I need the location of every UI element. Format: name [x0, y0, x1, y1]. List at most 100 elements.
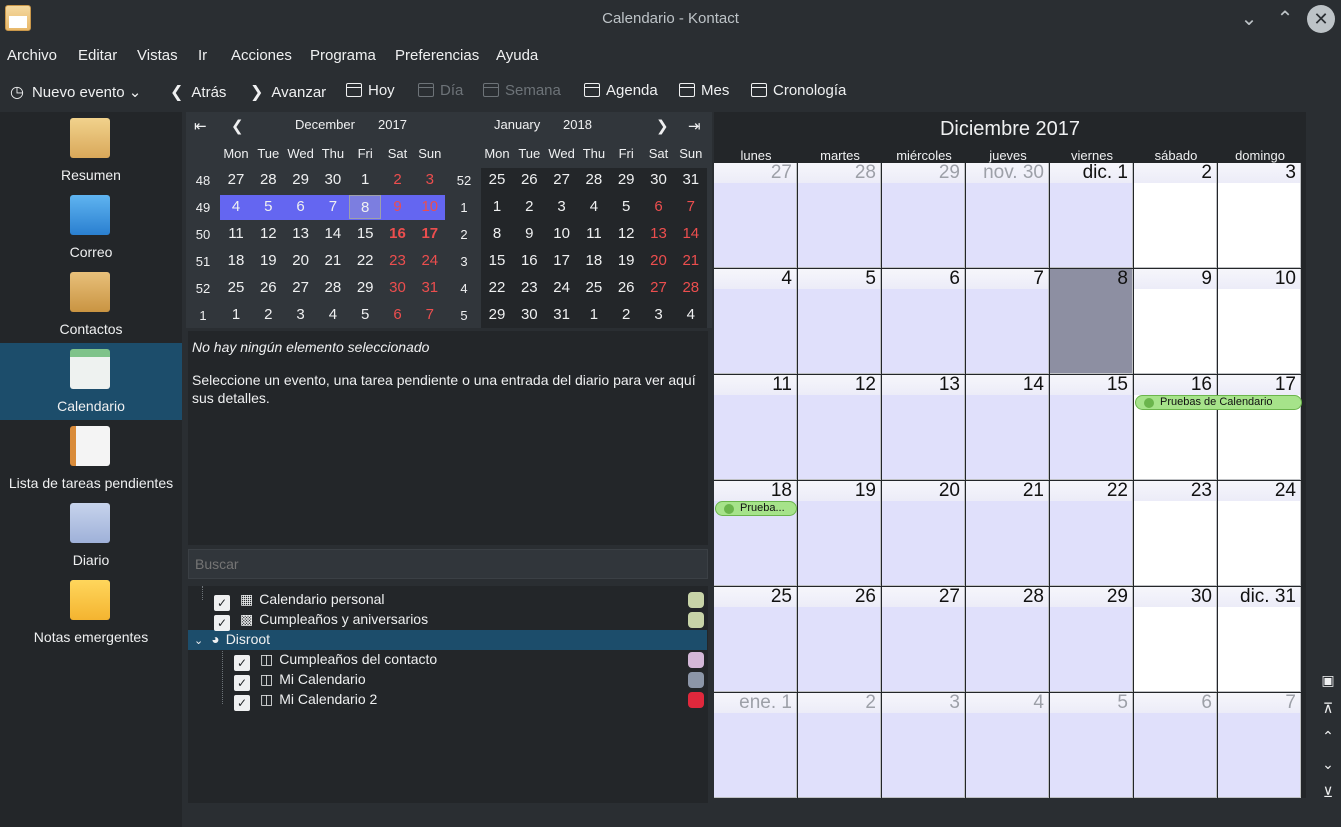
mini-day[interactable]: 23	[382, 249, 414, 273]
month-day-cell[interactable]: 30	[1134, 587, 1217, 692]
checkbox[interactable]: ✓	[234, 675, 250, 691]
prev-month-icon[interactable]: ❮	[231, 117, 244, 135]
month-day-cell[interactable]: 17	[1218, 375, 1301, 480]
month-day-cell[interactable]: 29	[882, 163, 965, 268]
mini-day[interactable]: 7	[317, 195, 349, 219]
month-day-cell[interactable]: 3	[882, 693, 965, 798]
mini-day[interactable]: 23	[513, 276, 545, 300]
sidebar-item-contactos[interactable]: Contactos	[0, 266, 182, 343]
mini-day[interactable]: 27	[643, 276, 675, 300]
mini-day[interactable]: 5	[252, 195, 284, 219]
month-day-cell[interactable]: 12	[798, 375, 881, 480]
month-day-cell[interactable]: 10	[1218, 269, 1301, 374]
month-day-cell[interactable]: dic. 31	[1218, 587, 1301, 692]
month-day-cell[interactable]: 13	[882, 375, 965, 480]
prev-year-icon[interactable]: ⇤	[194, 117, 207, 135]
sidebar-item-resumen[interactable]: Resumen	[0, 112, 182, 189]
mini-day[interactable]: 27	[546, 168, 578, 192]
mini-day[interactable]: 11	[220, 222, 252, 246]
month-day-cell[interactable]: 15	[1050, 375, 1133, 480]
calendar-color-swatch[interactable]	[688, 652, 704, 668]
mini-day[interactable]: 30	[513, 303, 545, 327]
month-day-cell[interactable]: 26	[798, 587, 881, 692]
menu-ayuda[interactable]: Ayuda	[496, 47, 538, 64]
mini-day[interactable]: 18	[220, 249, 252, 273]
mini-day[interactable]: 28	[578, 168, 610, 192]
calendar-item-contact-birthdays[interactable]: ✓ ◫ Cumpleaños del contacto	[234, 651, 437, 671]
mini-day[interactable]: 27	[285, 276, 317, 300]
mini-day[interactable]: 1	[481, 195, 513, 219]
week-view-button[interactable]: Semana	[483, 82, 561, 99]
mini-day[interactable]: 19	[610, 249, 642, 273]
calendar-color-swatch[interactable]	[688, 592, 704, 608]
mini-day[interactable]: 2	[610, 303, 642, 327]
month-day-cell[interactable]: ene. 1	[714, 693, 797, 798]
mini-day[interactable]: 17	[414, 222, 446, 246]
month-day-cell[interactable]: 2	[798, 693, 881, 798]
mini-day[interactable]: 4	[220, 195, 252, 219]
mini-day[interactable]: 5	[349, 303, 381, 327]
mini-day[interactable]: 16	[382, 222, 414, 246]
calendar-item-mi-calendario-2[interactable]: ✓ ◫ Mi Calendario 2	[234, 691, 377, 711]
next-year-icon[interactable]: ⇥	[688, 117, 701, 135]
calendar-item-mi-calendario[interactable]: ✓ ◫ Mi Calendario	[234, 671, 366, 691]
mini-day[interactable]: 28	[252, 168, 284, 192]
day-view-button[interactable]: Día	[418, 82, 463, 99]
mini-day[interactable]: 29	[481, 303, 513, 327]
mini-day[interactable]: 14	[317, 222, 349, 246]
close-icon[interactable]: ✕	[1307, 5, 1335, 33]
timeline-view-button[interactable]: Cronología	[751, 82, 846, 99]
new-event-button[interactable]: ◷ Nuevo evento ⌄	[10, 82, 141, 102]
mini-day[interactable]: 26	[610, 276, 642, 300]
mini-day[interactable]: 10	[414, 195, 446, 219]
page-down-icon[interactable]: ⊻	[1319, 784, 1337, 802]
month-day-cell[interactable]: 2	[1134, 163, 1217, 268]
month-day-cell[interactable]: 9	[1134, 269, 1217, 374]
mini-day[interactable]: 26	[252, 276, 284, 300]
mini-day[interactable]: 27	[220, 168, 252, 192]
mini-day[interactable]: 20	[285, 249, 317, 273]
month-day-cell[interactable]: 20	[882, 481, 965, 586]
mini-day[interactable]: 22	[481, 276, 513, 300]
mini-day[interactable]: 6	[285, 195, 317, 219]
mini-day[interactable]: 28	[317, 276, 349, 300]
mini-day[interactable]: 15	[481, 249, 513, 273]
mini-day[interactable]: 29	[610, 168, 642, 192]
mini-day[interactable]: 22	[349, 249, 381, 273]
mini-day[interactable]: 5	[610, 195, 642, 219]
mini-day[interactable]: 1	[220, 303, 252, 327]
month-day-cell[interactable]: 23	[1134, 481, 1217, 586]
menu-archivo[interactable]: Archivo	[7, 47, 57, 64]
back-button[interactable]: ❮ Atrás	[170, 82, 226, 102]
page-up-icon[interactable]: ⊼	[1319, 700, 1337, 718]
mini-day[interactable]: 3	[546, 195, 578, 219]
month-day-cell[interactable]: 8	[1050, 269, 1133, 374]
checkbox[interactable]: ✓	[214, 595, 230, 611]
left-year-label[interactable]: 2017	[378, 117, 407, 132]
month-day-cell[interactable]: 11	[714, 375, 797, 480]
month-day-cell[interactable]: 7	[966, 269, 1049, 374]
mini-day[interactable]: 1	[578, 303, 610, 327]
mini-day[interactable]: 3	[414, 168, 446, 192]
calendar-event[interactable]: Prueba...	[715, 501, 797, 516]
month-day-cell[interactable]: 14	[966, 375, 1049, 480]
calendar-event[interactable]: Pruebas de Calendario	[1135, 395, 1302, 410]
mini-day[interactable]: 8	[481, 222, 513, 246]
mini-day[interactable]: 18	[578, 249, 610, 273]
sidebar-item-tareas[interactable]: Lista de tareas pendientes	[0, 420, 182, 497]
menu-programa[interactable]: Programa	[310, 47, 376, 64]
month-day-cell[interactable]: 16	[1134, 375, 1217, 480]
month-day-cell[interactable]: 22	[1050, 481, 1133, 586]
right-month-label[interactable]: January	[494, 117, 540, 132]
zoom-fit-icon[interactable]: ▣	[1319, 672, 1337, 690]
mini-day[interactable]: 13	[285, 222, 317, 246]
mini-day[interactable]: 21	[675, 249, 707, 273]
month-day-cell[interactable]: 29	[1050, 587, 1133, 692]
mini-day[interactable]: 30	[643, 168, 675, 192]
next-month-icon[interactable]: ❯	[656, 117, 669, 135]
checkbox[interactable]: ✓	[214, 615, 230, 631]
calendar-item-personal[interactable]: ✓ ▦ Calendario personal	[214, 591, 385, 611]
month-day-cell[interactable]: 25	[714, 587, 797, 692]
month-day-cell[interactable]: 28	[966, 587, 1049, 692]
month-day-cell[interactable]: 6	[882, 269, 965, 374]
